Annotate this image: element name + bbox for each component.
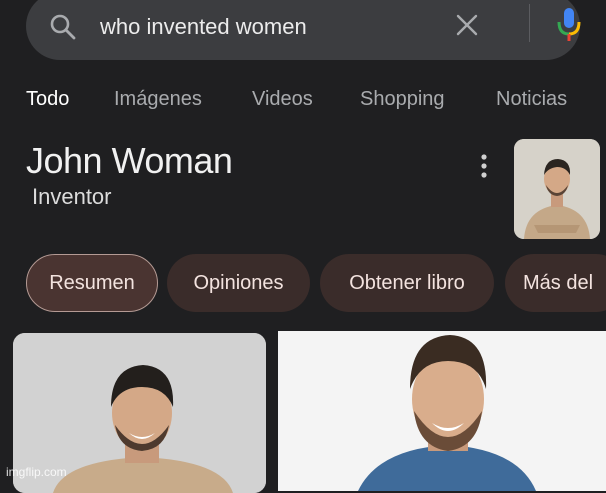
person-photo bbox=[278, 331, 606, 491]
watermark: imgflip.com bbox=[6, 465, 67, 479]
tab-noticias[interactable]: Noticias bbox=[496, 88, 567, 111]
image-result-2[interactable] bbox=[278, 331, 606, 491]
tab-shopping[interactable]: Shopping bbox=[360, 88, 445, 111]
chip-obtener-libro[interactable]: Obtener libro bbox=[320, 254, 494, 312]
search-icon bbox=[50, 14, 76, 40]
chip-resumen[interactable]: Resumen bbox=[26, 254, 158, 312]
search-divider bbox=[529, 4, 530, 42]
search-bar[interactable]: who invented women bbox=[26, 0, 581, 60]
more-vert-icon[interactable] bbox=[477, 152, 491, 180]
knowledge-panel-thumbnail[interactable] bbox=[514, 139, 600, 239]
tab-imagenes[interactable]: Imágenes bbox=[114, 88, 202, 111]
microphone-icon[interactable] bbox=[554, 6, 584, 44]
tab-todo[interactable]: Todo bbox=[26, 88, 69, 111]
person-photo bbox=[514, 139, 600, 239]
search-tabs: Todo Imágenes Videos Shopping Noticias bbox=[0, 88, 606, 118]
search-input[interactable]: who invented women bbox=[100, 14, 307, 40]
tab-videos[interactable]: Videos bbox=[252, 88, 313, 111]
close-icon[interactable] bbox=[454, 12, 480, 38]
chip-mas-del[interactable]: Más del bbox=[505, 254, 606, 312]
chip-opiniones[interactable]: Opiniones bbox=[167, 254, 310, 312]
knowledge-panel-title: John Woman bbox=[26, 140, 233, 181]
knowledge-panel-subtitle: Inventor bbox=[32, 184, 112, 209]
